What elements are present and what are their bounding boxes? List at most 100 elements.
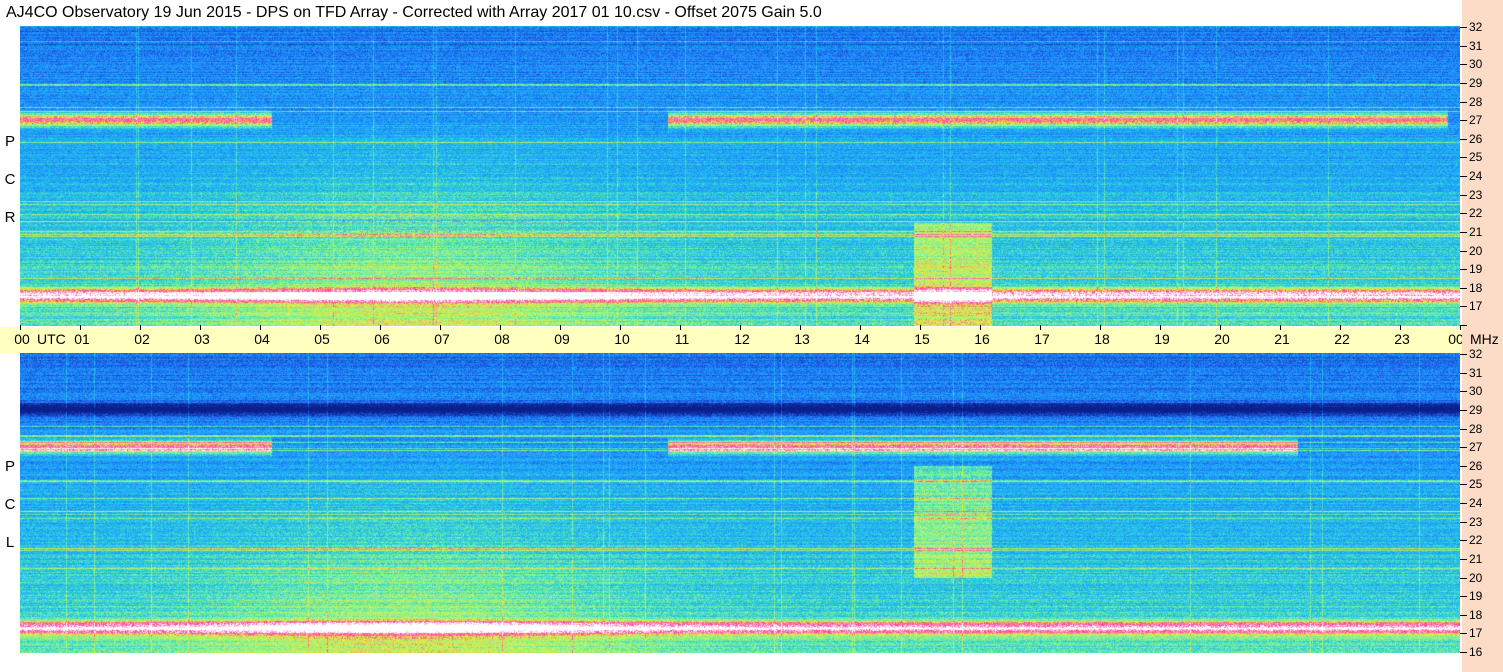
x-tick-mark	[1040, 325, 1041, 330]
y-tick-label: 24	[1469, 169, 1483, 183]
y-tick-label: 21	[1469, 224, 1483, 239]
y-tick-mark	[1460, 269, 1467, 271]
x-tick-label: 21	[1274, 331, 1290, 347]
y-tick-mark	[1460, 138, 1467, 140]
y-tick-label: 18	[1469, 607, 1483, 622]
y-tick-mark	[1460, 521, 1467, 523]
spectrogram-window: AJ4CO Observatory 19 Jun 2015 - DPS on T…	[0, 0, 1503, 672]
y-tick-label: 23	[1469, 514, 1483, 529]
x-tick-label: 14	[854, 331, 870, 347]
y-tick-mark	[1460, 287, 1467, 289]
y-tick-mark	[1460, 484, 1467, 486]
x-tick-mark	[1100, 325, 1101, 330]
y-tick-mark	[1460, 391, 1467, 393]
y-tick-mark	[1460, 540, 1467, 542]
y-tick-label: 29	[1469, 75, 1483, 90]
y-tick-mark	[1460, 465, 1467, 467]
y-tick-label: 20	[1469, 243, 1483, 258]
polarization-letter: C	[4, 496, 16, 513]
x-tick-label: 23	[1394, 331, 1410, 347]
polarization-letter: P	[4, 133, 15, 150]
polarization-letter: R	[4, 209, 16, 226]
y-tick-mark	[1460, 325, 1467, 326]
x-tick-label: 13	[794, 331, 810, 347]
polarization-letter: P	[4, 458, 15, 475]
x-tick-mark	[800, 325, 801, 330]
y-tick-label: 22	[1469, 206, 1483, 221]
x-tick-mark	[140, 325, 141, 330]
x-tick-mark	[560, 325, 561, 330]
x-tick-mark	[860, 325, 861, 330]
y-tick-mark	[1460, 652, 1467, 653]
x-tick-mark	[20, 325, 21, 330]
x-tick-mark	[920, 325, 921, 330]
y-tick-label: 16	[1469, 645, 1483, 659]
y-tick-mark	[1460, 306, 1467, 308]
x-tick-mark	[500, 325, 501, 330]
y-tick-mark	[1460, 82, 1467, 84]
y-tick-mark	[1460, 194, 1467, 196]
x-tick-label: 22	[1334, 331, 1350, 347]
x-tick-label: 11	[674, 331, 690, 347]
y-tick-mark	[1460, 372, 1467, 374]
y-tick-label: 31	[1469, 38, 1483, 53]
x-tick-mark	[380, 325, 381, 330]
y-tick-label: 19	[1469, 262, 1483, 277]
utc-time-axis	[0, 327, 1462, 353]
y-unit-label: MHz	[1470, 331, 1499, 347]
x-tick-mark	[1340, 325, 1341, 330]
x-tick-mark	[440, 325, 441, 330]
y-tick-mark	[1460, 503, 1467, 504]
x-tick-label: 15	[914, 331, 930, 347]
y-tick-mark	[1460, 64, 1467, 66]
y-tick-mark	[1460, 596, 1467, 598]
chart-title: AJ4CO Observatory 19 Jun 2015 - DPS on T…	[6, 4, 822, 21]
y-tick-label: 27	[1469, 440, 1483, 455]
y-tick-label: 18	[1469, 280, 1483, 295]
y-tick-label: 27	[1469, 113, 1483, 128]
x-tick-label: 06	[374, 331, 390, 347]
y-tick-label: 26	[1469, 131, 1483, 146]
x-tick-mark	[740, 325, 741, 330]
y-tick-label: 28	[1469, 94, 1483, 109]
y-tick-label: 30	[1469, 384, 1483, 399]
y-tick-mark	[1460, 354, 1467, 355]
y-tick-mark	[1460, 45, 1467, 47]
y-tick-label: 20	[1469, 570, 1483, 585]
lcp-spectrogram	[20, 353, 1460, 653]
y-tick-label: 21	[1469, 551, 1483, 566]
y-tick-mark	[1460, 577, 1467, 579]
y-tick-label: 29	[1469, 402, 1483, 417]
y-tick-mark	[1460, 231, 1467, 233]
y-tick-mark	[1460, 558, 1467, 560]
y-tick-mark	[1460, 213, 1467, 215]
x-tick-mark	[1220, 325, 1221, 330]
y-tick-label: 23	[1469, 187, 1483, 202]
y-tick-label: 31	[1469, 365, 1483, 380]
x-tick-mark	[620, 325, 621, 330]
x-unit-label: UTC	[37, 331, 66, 347]
y-tick-label: 32	[1469, 347, 1483, 361]
x-tick-label: 12	[734, 331, 750, 347]
y-tick-mark	[1460, 120, 1467, 122]
x-tick-mark	[980, 325, 981, 330]
y-tick-label: 32	[1469, 20, 1483, 34]
y-tick-label: 26	[1469, 458, 1483, 473]
x-tick-label: 20	[1214, 331, 1230, 347]
x-tick-label: 18	[1094, 331, 1110, 347]
x-tick-label: 04	[254, 331, 270, 347]
x-tick-mark	[320, 325, 321, 330]
x-tick-label: 09	[554, 331, 570, 347]
x-tick-label: 01	[74, 331, 90, 347]
y-tick-label: 19	[1469, 589, 1483, 604]
y-tick-mark	[1460, 409, 1467, 411]
x-tick-mark	[1400, 325, 1401, 330]
x-tick-label: 07	[434, 331, 450, 347]
x-tick-label: 05	[314, 331, 330, 347]
y-tick-label: 25	[1469, 477, 1483, 492]
y-tick-label: 30	[1469, 57, 1483, 72]
y-tick-label: 17	[1469, 299, 1483, 314]
x-tick-label: 00	[14, 331, 30, 347]
rcp-spectrogram	[20, 26, 1460, 326]
x-tick-mark	[680, 325, 681, 330]
